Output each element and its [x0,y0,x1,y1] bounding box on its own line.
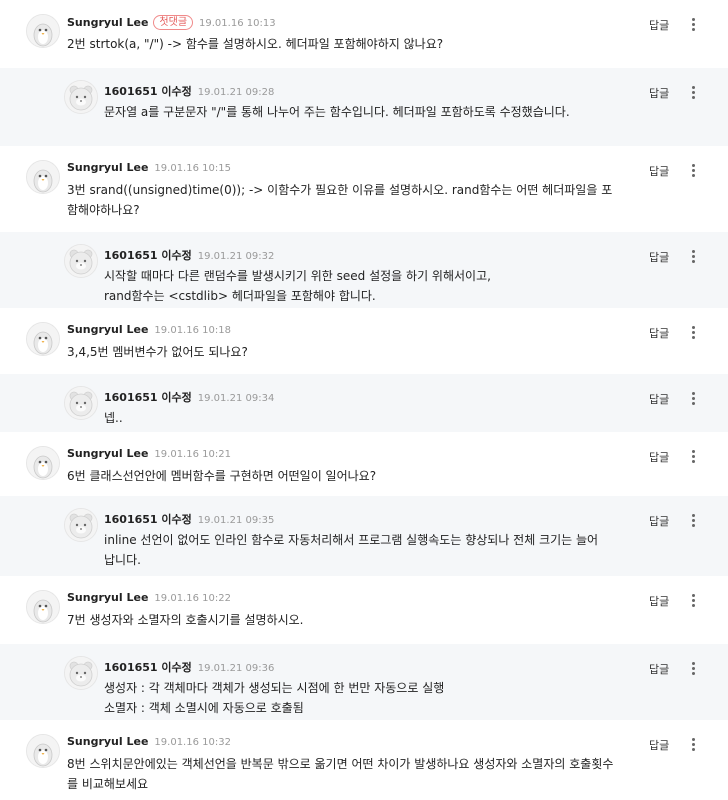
reply-comment: 1601651 이수정 19.01.21 09:35 inline 선언이 없어도 … [0,496,728,576]
comment-header: 1601651 이수정 19.01.21 09:28 [104,83,274,99]
comment-timestamp: 19.01.16 10:13 [199,18,276,29]
author-name[interactable]: Sungryul Lee [67,447,148,460]
comment-header: 1601651 이수정 19.01.21 09:32 [104,247,274,263]
more-options-icon[interactable] [690,450,696,464]
comment-timestamp: 19.01.16 10:15 [154,163,231,174]
comment-text: inline 선언이 없어도 인라인 함수로 자동처리해서 프로그램 실행속도는… [104,533,599,567]
author-name[interactable]: 1601651 이수정 [104,85,192,98]
comment: Sungryul Lee 첫댓글 19.01.16 10:13 2번 strtok(a… [0,0,728,68]
bear-avatar[interactable] [64,656,98,690]
comment-text: 3,4,5번 멤버변수가 없어도 되나요? [67,345,248,359]
comment-timestamp: 19.01.16 10:21 [154,449,231,460]
comment-text: 7번 생성자와 소멸자의 호출시기를 설명하시오. [67,613,304,627]
more-options-icon[interactable] [690,18,696,32]
comment-text: 생성자 : 각 객체마다 객체가 생성되는 시점에 한 번만 자동으로 실행 소멸… [104,681,445,715]
comment-header: Sungryul Lee 19.01.16 10:22 [67,591,231,604]
more-options-icon[interactable] [690,164,696,178]
comment-timestamp: 19.01.21 09:34 [197,393,275,404]
comment-header: Sungryul Lee 19.01.16 10:32 [67,735,231,748]
reply-button[interactable]: 답글 [649,17,669,33]
reply-button[interactable]: 답글 [649,737,669,753]
comment-timestamp: 19.01.21 09:28 [197,87,275,98]
comment-text: 시작할 때마다 다른 랜덤수를 발생시키기 위한 seed 설정을 하기 위해서… [104,269,491,303]
comment-header: Sungryul Lee 첫댓글 19.01.16 10:13 [67,15,276,30]
reply-comment: 1601651 이수정 19.01.21 09:36 생성자 : 각 객체마다 객체… [0,644,728,720]
comment: Sungryul Lee 19.01.16 10:22 7번 생성자와 소멸자의 호… [0,576,728,644]
more-options-icon[interactable] [690,594,696,608]
bear-avatar[interactable] [64,508,98,542]
more-options-icon[interactable] [690,662,696,676]
comment-header: Sungryul Lee 19.01.16 10:18 [67,323,231,336]
reply-button[interactable]: 답글 [649,391,669,407]
author-name[interactable]: 1601651 이수정 [104,391,192,404]
comment-header: Sungryul Lee 19.01.16 10:21 [67,447,231,460]
comment-text: 6번 클래스선언안에 멤버함수를 구현하면 어떤일이 일어나요? [67,469,377,483]
reply-button[interactable]: 답글 [649,513,669,529]
comment-timestamp: 19.01.16 10:18 [154,325,231,336]
reply-button[interactable]: 답글 [649,85,669,101]
comment-text: 8번 스위치문안에있는 객체선언을 반복문 밖으로 옮기면 어떤 차이가 발생하… [67,757,614,791]
penguin-avatar[interactable] [26,446,60,480]
bear-avatar[interactable] [64,244,98,278]
first-comment-badge: 첫댓글 [153,15,194,30]
comment-timestamp: 19.01.21 09:36 [197,663,275,674]
more-options-icon[interactable] [690,86,696,100]
comment-header: 1601651 이수정 19.01.21 09:35 [104,511,274,527]
reply-button[interactable]: 답글 [649,163,669,179]
reply-button[interactable]: 답글 [649,249,669,265]
comment-text: 넵.. [104,411,123,425]
more-options-icon[interactable] [690,392,696,406]
bear-avatar[interactable] [64,80,98,114]
reply-button[interactable]: 답글 [649,661,669,677]
penguin-avatar[interactable] [26,14,60,48]
comment-text: 2번 strtok(a, "/") -> 함수를 설명하시오. 헤더파일 포함해… [67,37,444,51]
author-name[interactable]: Sungryul Lee [67,16,148,29]
comment-timestamp: 19.01.16 10:32 [154,737,231,748]
comment-text: 문자열 a를 구분문자 "/"를 통해 나누어 주는 함수입니다. 헤더파일 포… [104,105,570,119]
comment: Sungryul Lee 19.01.16 10:15 3번 srand((unsi… [0,146,728,232]
comment-list: Sungryul Lee 첫댓글 19.01.16 10:13 2번 strtok(a… [0,0,728,800]
bear-avatar[interactable] [64,386,98,420]
comment: Sungryul Lee 19.01.16 10:21 6번 클래스선언안에 멤버함… [0,432,728,496]
comment-text: 3번 srand((unsigned)time(0)); -> 이함수가 필요한… [67,183,613,217]
comment-timestamp: 19.01.21 09:35 [197,515,275,526]
author-name[interactable]: Sungryul Lee [67,323,148,336]
author-name[interactable]: 1601651 이수정 [104,249,192,262]
comment-timestamp: 19.01.21 09:32 [197,251,275,262]
reply-comment: 1601651 이수정 19.01.21 09:32 시작할 때마다 다른 랜덤수를… [0,232,728,308]
more-options-icon[interactable] [690,738,696,752]
reply-button[interactable]: 답글 [649,449,669,465]
reply-comment: 1601651 이수정 19.01.21 09:28 문자열 a를 구분문자 "/"… [0,68,728,146]
penguin-avatar[interactable] [26,160,60,194]
author-name[interactable]: Sungryul Lee [67,161,148,174]
comment-timestamp: 19.01.16 10:22 [154,593,231,604]
author-name[interactable]: Sungryul Lee [67,735,148,748]
comment-header: 1601651 이수정 19.01.21 09:34 [104,389,274,405]
reply-button[interactable]: 답글 [649,593,669,609]
comment-header: Sungryul Lee 19.01.16 10:15 [67,161,231,174]
author-name[interactable]: Sungryul Lee [67,591,148,604]
reply-comment: 1601651 이수정 19.01.21 09:34 넵.. 답글 [0,374,728,432]
author-name[interactable]: 1601651 이수정 [104,661,192,674]
author-name[interactable]: 1601651 이수정 [104,513,192,526]
comment: Sungryul Lee 19.01.16 10:32 8번 스위치문안에있는 객체… [0,720,728,800]
more-options-icon[interactable] [690,250,696,264]
comment: Sungryul Lee 19.01.16 10:18 3,4,5번 멤버변수가 없… [0,308,728,374]
comment-header: 1601651 이수정 19.01.21 09:36 [104,659,274,675]
penguin-avatar[interactable] [26,590,60,624]
penguin-avatar[interactable] [26,734,60,768]
more-options-icon[interactable] [690,514,696,528]
reply-button[interactable]: 답글 [649,325,669,341]
more-options-icon[interactable] [690,326,696,340]
penguin-avatar[interactable] [26,322,60,356]
